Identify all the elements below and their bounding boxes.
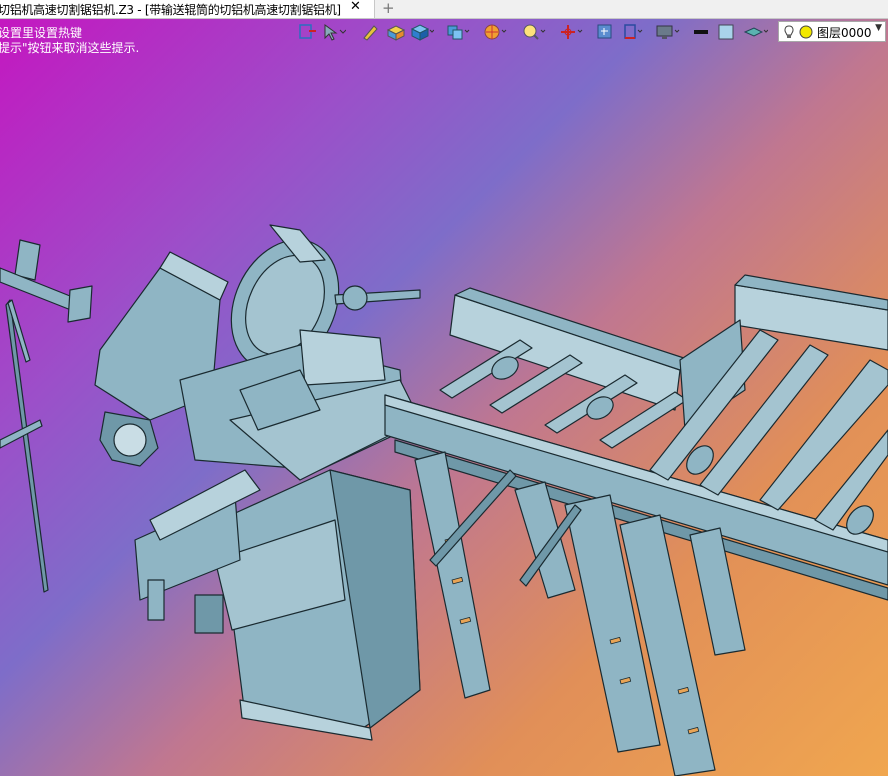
- layer-name: 图层0000: [817, 26, 872, 40]
- cutting-machine-model: [0, 224, 888, 776]
- document-tab-title: 切铝机高速切割锯铝机.Z3 - [带输送辊筒的切铝机高速切割锯铝机]: [0, 3, 341, 17]
- tab-bar: 切铝机高速切割锯铝机.Z3 - [带输送辊筒的切铝机高速切割锯铝机] ✕ +: [0, 0, 888, 19]
- pointer-icon[interactable]: [320, 22, 346, 42]
- layer-color-swatch: [799, 25, 813, 39]
- hint-line-2: 提示"按钮来取消这些提示.: [0, 41, 140, 55]
- 3d-viewport[interactable]: 设置里设置热键 提示"按钮来取消这些提示.: [0, 19, 888, 776]
- line-style-icon[interactable]: [692, 22, 718, 42]
- plane-icon[interactable]: [620, 22, 646, 42]
- lightbulb-icon[interactable]: [783, 24, 817, 40]
- exit-sketch-icon[interactable]: [296, 22, 322, 42]
- fit-view-icon[interactable]: [594, 22, 620, 42]
- fill-color-icon[interactable]: [716, 22, 742, 42]
- plus-icon[interactable]: +: [382, 0, 395, 17]
- box-icon[interactable]: [384, 22, 410, 42]
- layer-stack-icon[interactable]: [742, 22, 768, 42]
- document-tab[interactable]: 切铝机高速切割锯铝机.Z3 - [带输送辊筒的切铝机高速切割锯铝机] ✕: [0, 0, 375, 18]
- cube-icon[interactable]: [408, 22, 434, 42]
- pencil-icon[interactable]: [360, 22, 386, 42]
- chevron-down-icon[interactable]: ▼: [875, 23, 882, 33]
- monitor-icon[interactable]: [654, 22, 680, 42]
- axis-icon[interactable]: [558, 22, 584, 42]
- close-icon[interactable]: ✕: [350, 0, 361, 14]
- render-sphere-icon[interactable]: [482, 22, 508, 42]
- view-magnify-icon[interactable]: [520, 22, 546, 42]
- cube-group-icon[interactable]: [444, 22, 470, 42]
- layer-dropdown[interactable]: 图层0000 ▼: [778, 21, 886, 42]
